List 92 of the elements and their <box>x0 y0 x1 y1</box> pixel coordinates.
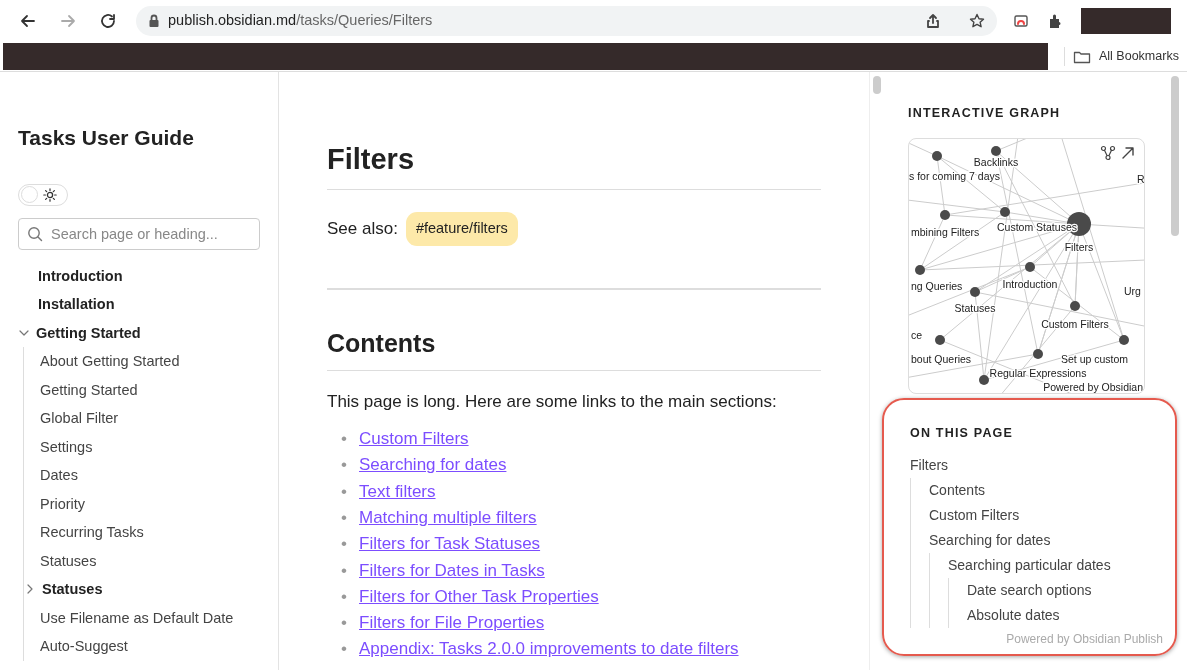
graph-node[interactable] <box>1000 206 1010 217</box>
graph-node[interactable] <box>1033 348 1043 359</box>
site-title: Tasks User Guide <box>18 125 195 151</box>
bullet-mark: • <box>341 506 348 529</box>
panel-heading: ON THIS PAGE <box>910 424 1015 442</box>
bullet-mark: • <box>341 454 348 477</box>
nav-item[interactable]: Use Filename as Default Date <box>40 603 260 632</box>
nav-item[interactable]: Installation <box>38 290 260 319</box>
panel-heading: INTERACTIVE GRAPH <box>908 105 1062 122</box>
section-link[interactable]: Filters for File Properties <box>359 613 545 633</box>
bookmarks-folder[interactable]: All Bookmarks <box>1064 47 1179 66</box>
bullet-mark: • <box>341 559 348 582</box>
nav-item[interactable]: Dates <box>40 461 260 490</box>
bullet-mark: • <box>341 612 348 635</box>
graph-node[interactable] <box>1025 261 1035 272</box>
tag-link[interactable]: #feature/filters <box>405 211 518 246</box>
folder-icon <box>1073 49 1091 64</box>
scrollbar-thumb[interactable] <box>873 76 881 94</box>
toc-link[interactable]: Custom Filters <box>929 502 1155 528</box>
graph-node-label: mbining Filters <box>911 225 980 238</box>
section-heading: Contents <box>327 327 821 371</box>
graph-node-label: R <box>1137 172 1144 185</box>
lock-icon <box>148 14 160 28</box>
section-link[interactable]: Matching multiple filters <box>359 507 537 527</box>
back-icon[interactable] <box>19 12 37 30</box>
graph-node[interactable] <box>915 264 925 275</box>
graph-node-label: Filters <box>1064 240 1094 253</box>
graph-node[interactable] <box>940 209 950 220</box>
nav-item[interactable]: Recurring Tasks <box>40 518 260 547</box>
paragraph: This page is long. Here are some links to the main sections: <box>327 390 778 413</box>
sun-icon <box>43 187 57 202</box>
toc-link[interactable]: Date search options <box>967 577 1155 603</box>
search-field[interactable]: Search page or heading... <box>18 217 260 250</box>
nav-item[interactable]: Introduction <box>38 261 260 290</box>
expand-icon[interactable] <box>1120 144 1136 161</box>
graph-node-label: Set up custom <box>1061 352 1129 365</box>
toc-link[interactable]: Searching particular dates <box>948 552 1155 578</box>
graph-node-label: Custom Filters <box>1041 317 1109 330</box>
graph-node[interactable] <box>991 145 1001 156</box>
graph-node[interactable] <box>970 286 980 297</box>
tab-search-icon[interactable] <box>1013 12 1031 30</box>
nav-item[interactable]: Settings <box>40 432 260 461</box>
bullet-mark: • <box>341 585 348 608</box>
graph-node-label: Powered by Obsidian <box>1043 380 1143 393</box>
section-link[interactable]: Text filters <box>359 481 436 501</box>
graph-node[interactable] <box>932 150 942 161</box>
section-link[interactable]: Appendix: Tasks 2.0.0 improvements to date filters <box>359 639 739 659</box>
label: See also: <box>327 217 398 240</box>
nav-item[interactable]: About Getting Started <box>40 347 260 376</box>
graph-node-label: Urg <box>1124 284 1141 297</box>
graph-node[interactable] <box>1119 334 1129 345</box>
bullet-mark: • <box>341 638 348 661</box>
scrollbar-thumb[interactable] <box>1171 76 1179 236</box>
graph-node[interactable] <box>979 374 989 385</box>
graph-node[interactable] <box>1070 300 1080 311</box>
graph-node-label: ce <box>911 328 923 341</box>
footer-text: Powered by Obsidian Publish <box>1005 630 1163 648</box>
section-link[interactable]: Custom Filters <box>359 429 469 449</box>
graph-icon[interactable] <box>1100 144 1116 161</box>
graph-node-label: Regular Expressions <box>989 366 1087 379</box>
graph-node-label: Introduction <box>1002 277 1058 290</box>
graph-node[interactable] <box>935 334 945 345</box>
section-link[interactable]: Filters for Dates in Tasks <box>359 560 545 580</box>
nav-item[interactable]: Getting Started <box>40 375 260 404</box>
nav-item[interactable]: Auto-Suggest <box>40 632 260 661</box>
nav-item[interactable]: Global Filter <box>40 404 260 433</box>
search-icon <box>27 225 43 242</box>
bullet-mark: • <box>341 533 348 556</box>
nav-item[interactable]: Priority <box>40 489 260 518</box>
section-link[interactable]: Searching for dates <box>359 455 507 475</box>
reload-icon[interactable] <box>99 12 117 30</box>
address-bar[interactable]: publish.obsidian.md/tasks/Queries/Filters <box>136 6 997 36</box>
page-title: Filters <box>327 142 821 190</box>
nav-item[interactable]: Statuses <box>24 575 260 604</box>
graph-node-label: ng Queries <box>911 279 963 292</box>
section-link[interactable]: Filters for Other Task Properties <box>359 586 599 606</box>
section-link[interactable]: Filters for Task Statuses <box>359 534 541 554</box>
nav-item[interactable]: Statuses <box>40 546 260 575</box>
url-text: publish.obsidian.md/tasks/Queries/Filters <box>168 11 433 31</box>
share-icon[interactable] <box>925 13 941 29</box>
toc-link[interactable]: Searching for dates <box>929 527 1155 553</box>
bullet-mark: • <box>341 428 348 451</box>
graph-node-label: Statuses <box>954 301 996 314</box>
bullet-mark: • <box>341 480 348 503</box>
graph-node-label: s for coming 7 days <box>909 169 1001 182</box>
bookmark-star-icon[interactable] <box>969 13 985 29</box>
graph-node-label: Backlinks <box>973 155 1019 168</box>
toc-link[interactable]: Filters <box>910 452 1155 478</box>
nav-item[interactable]: Getting Started <box>18 318 260 347</box>
toc-link[interactable]: Absolute dates <box>967 602 1155 628</box>
graph-node-label: bout Queries <box>911 352 972 365</box>
toc-link[interactable]: Contents <box>929 477 1155 503</box>
